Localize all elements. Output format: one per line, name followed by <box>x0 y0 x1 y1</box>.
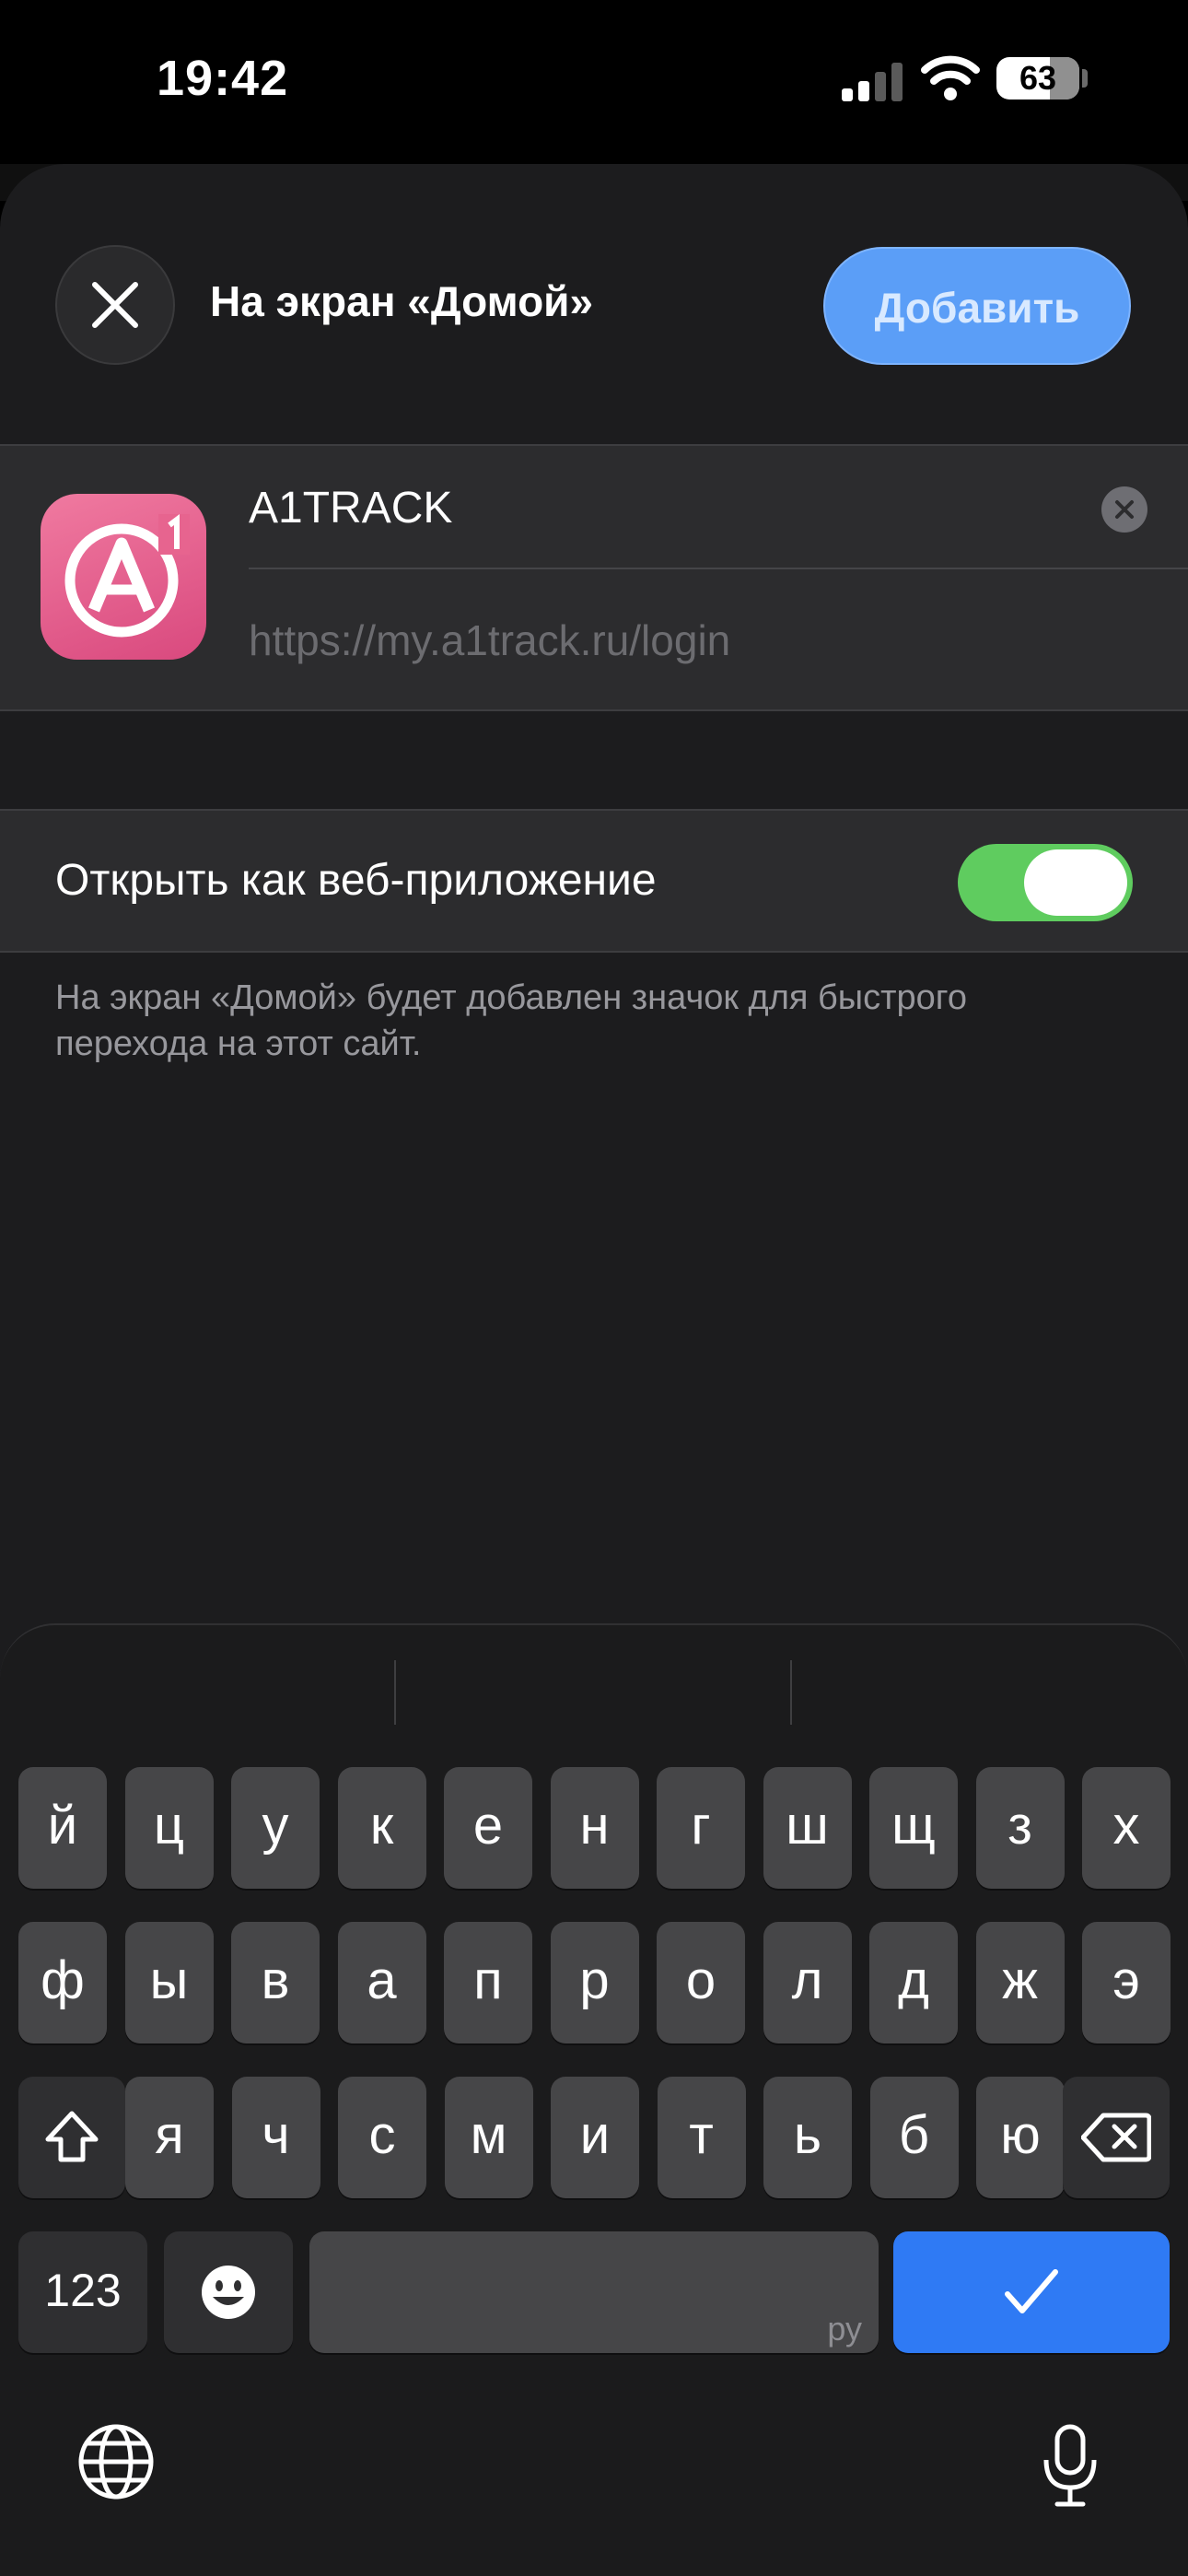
key-а[interactable]: а <box>337 1922 426 2043</box>
key-и[interactable]: и <box>551 2077 639 2198</box>
clear-text-icon[interactable] <box>1101 486 1147 533</box>
key-с[interactable]: с <box>338 2077 426 2198</box>
key-щ[interactable]: щ <box>869 1767 958 1889</box>
key-б[interactable]: б <box>869 2077 959 2198</box>
key-ы[interactable]: ы <box>124 1922 214 2043</box>
numbers-key[interactable]: 123 <box>18 2231 147 2353</box>
suggestion-divider <box>394 1660 396 1725</box>
key-в[interactable]: в <box>231 1922 320 2043</box>
web-app-toggle[interactable] <box>958 844 1133 921</box>
key-п[interactable]: п <box>444 1922 532 2043</box>
checkmark-icon <box>1005 2269 1058 2313</box>
key-й[interactable]: й <box>18 1767 107 1889</box>
app-url: https://my.a1track.ru/login <box>249 616 731 664</box>
shift-icon <box>45 2111 99 2162</box>
page-title: На экран «Домой» <box>210 277 594 325</box>
status-time: 19:42 <box>157 51 289 106</box>
key-р[interactable]: р <box>550 1922 639 2043</box>
suggestion-divider <box>790 1660 792 1725</box>
web-app-toggle-label: Открыть как веб-приложение <box>55 856 657 905</box>
microphone-icon[interactable] <box>1041 2423 1100 2508</box>
app-name-input[interactable]: A1TRACK <box>249 483 1077 533</box>
globe-icon[interactable] <box>77 2423 155 2500</box>
emoji-key[interactable] <box>164 2231 293 2353</box>
wifi-icon <box>921 55 980 100</box>
done-key[interactable] <box>893 2231 1170 2353</box>
backspace-key[interactable] <box>1063 2077 1170 2198</box>
key-ц[interactable]: ц <box>124 1767 214 1889</box>
footer-description: На экран «Домой» будет добавлен значок д… <box>55 978 967 1063</box>
battery-icon: 63 <box>996 57 1079 100</box>
key-ш[interactable]: ш <box>763 1767 852 1889</box>
key-м[interactable]: м <box>444 2077 533 2198</box>
key-д[interactable]: д <box>869 1922 958 2043</box>
key-з[interactable]: з <box>975 1767 1065 1889</box>
key-ь[interactable]: ь <box>763 2077 852 2198</box>
key-н[interactable]: н <box>550 1767 639 1889</box>
key-т[interactable]: т <box>657 2077 746 2198</box>
web-app-setting-row: Открыть как веб-приложение <box>0 809 1188 953</box>
key-у[interactable]: у <box>231 1767 320 1889</box>
key-ю[interactable]: ю <box>976 2077 1065 2198</box>
key-л[interactable]: л <box>763 1922 852 2043</box>
space-key[interactable]: ру <box>309 2231 879 2353</box>
key-ж[interactable]: ж <box>975 1922 1065 2043</box>
toggle-knob <box>1024 849 1127 916</box>
battery-level: 63 <box>1019 59 1057 97</box>
cellular-signal-icon <box>842 63 903 101</box>
backspace-icon <box>1080 2113 1152 2162</box>
key-о[interactable]: о <box>657 1922 745 2043</box>
close-button[interactable] <box>55 245 175 365</box>
key-ч[interactable]: ч <box>231 2077 320 2198</box>
close-icon <box>92 282 138 328</box>
add-button[interactable]: Добавить <box>823 247 1131 365</box>
battery-tip <box>1082 69 1088 88</box>
keyboard-language: ру <box>827 2310 862 2348</box>
key-х[interactable]: х <box>1082 1767 1171 1889</box>
shift-key[interactable] <box>18 2077 125 2198</box>
key-ф[interactable]: ф <box>18 1922 107 2043</box>
emoji-icon <box>202 2266 255 2319</box>
status-bar: 19:42 63 <box>0 0 1188 164</box>
key-е[interactable]: е <box>444 1767 532 1889</box>
key-э[interactable]: э <box>1082 1922 1171 2043</box>
app-info-card: A1TRACK https://my.a1track.ru/login <box>0 444 1188 711</box>
key-к[interactable]: к <box>337 1767 426 1889</box>
divider <box>249 568 1188 569</box>
a1track-app-icon <box>41 494 206 660</box>
key-г[interactable]: г <box>657 1767 745 1889</box>
key-я[interactable]: я <box>125 2077 214 2198</box>
